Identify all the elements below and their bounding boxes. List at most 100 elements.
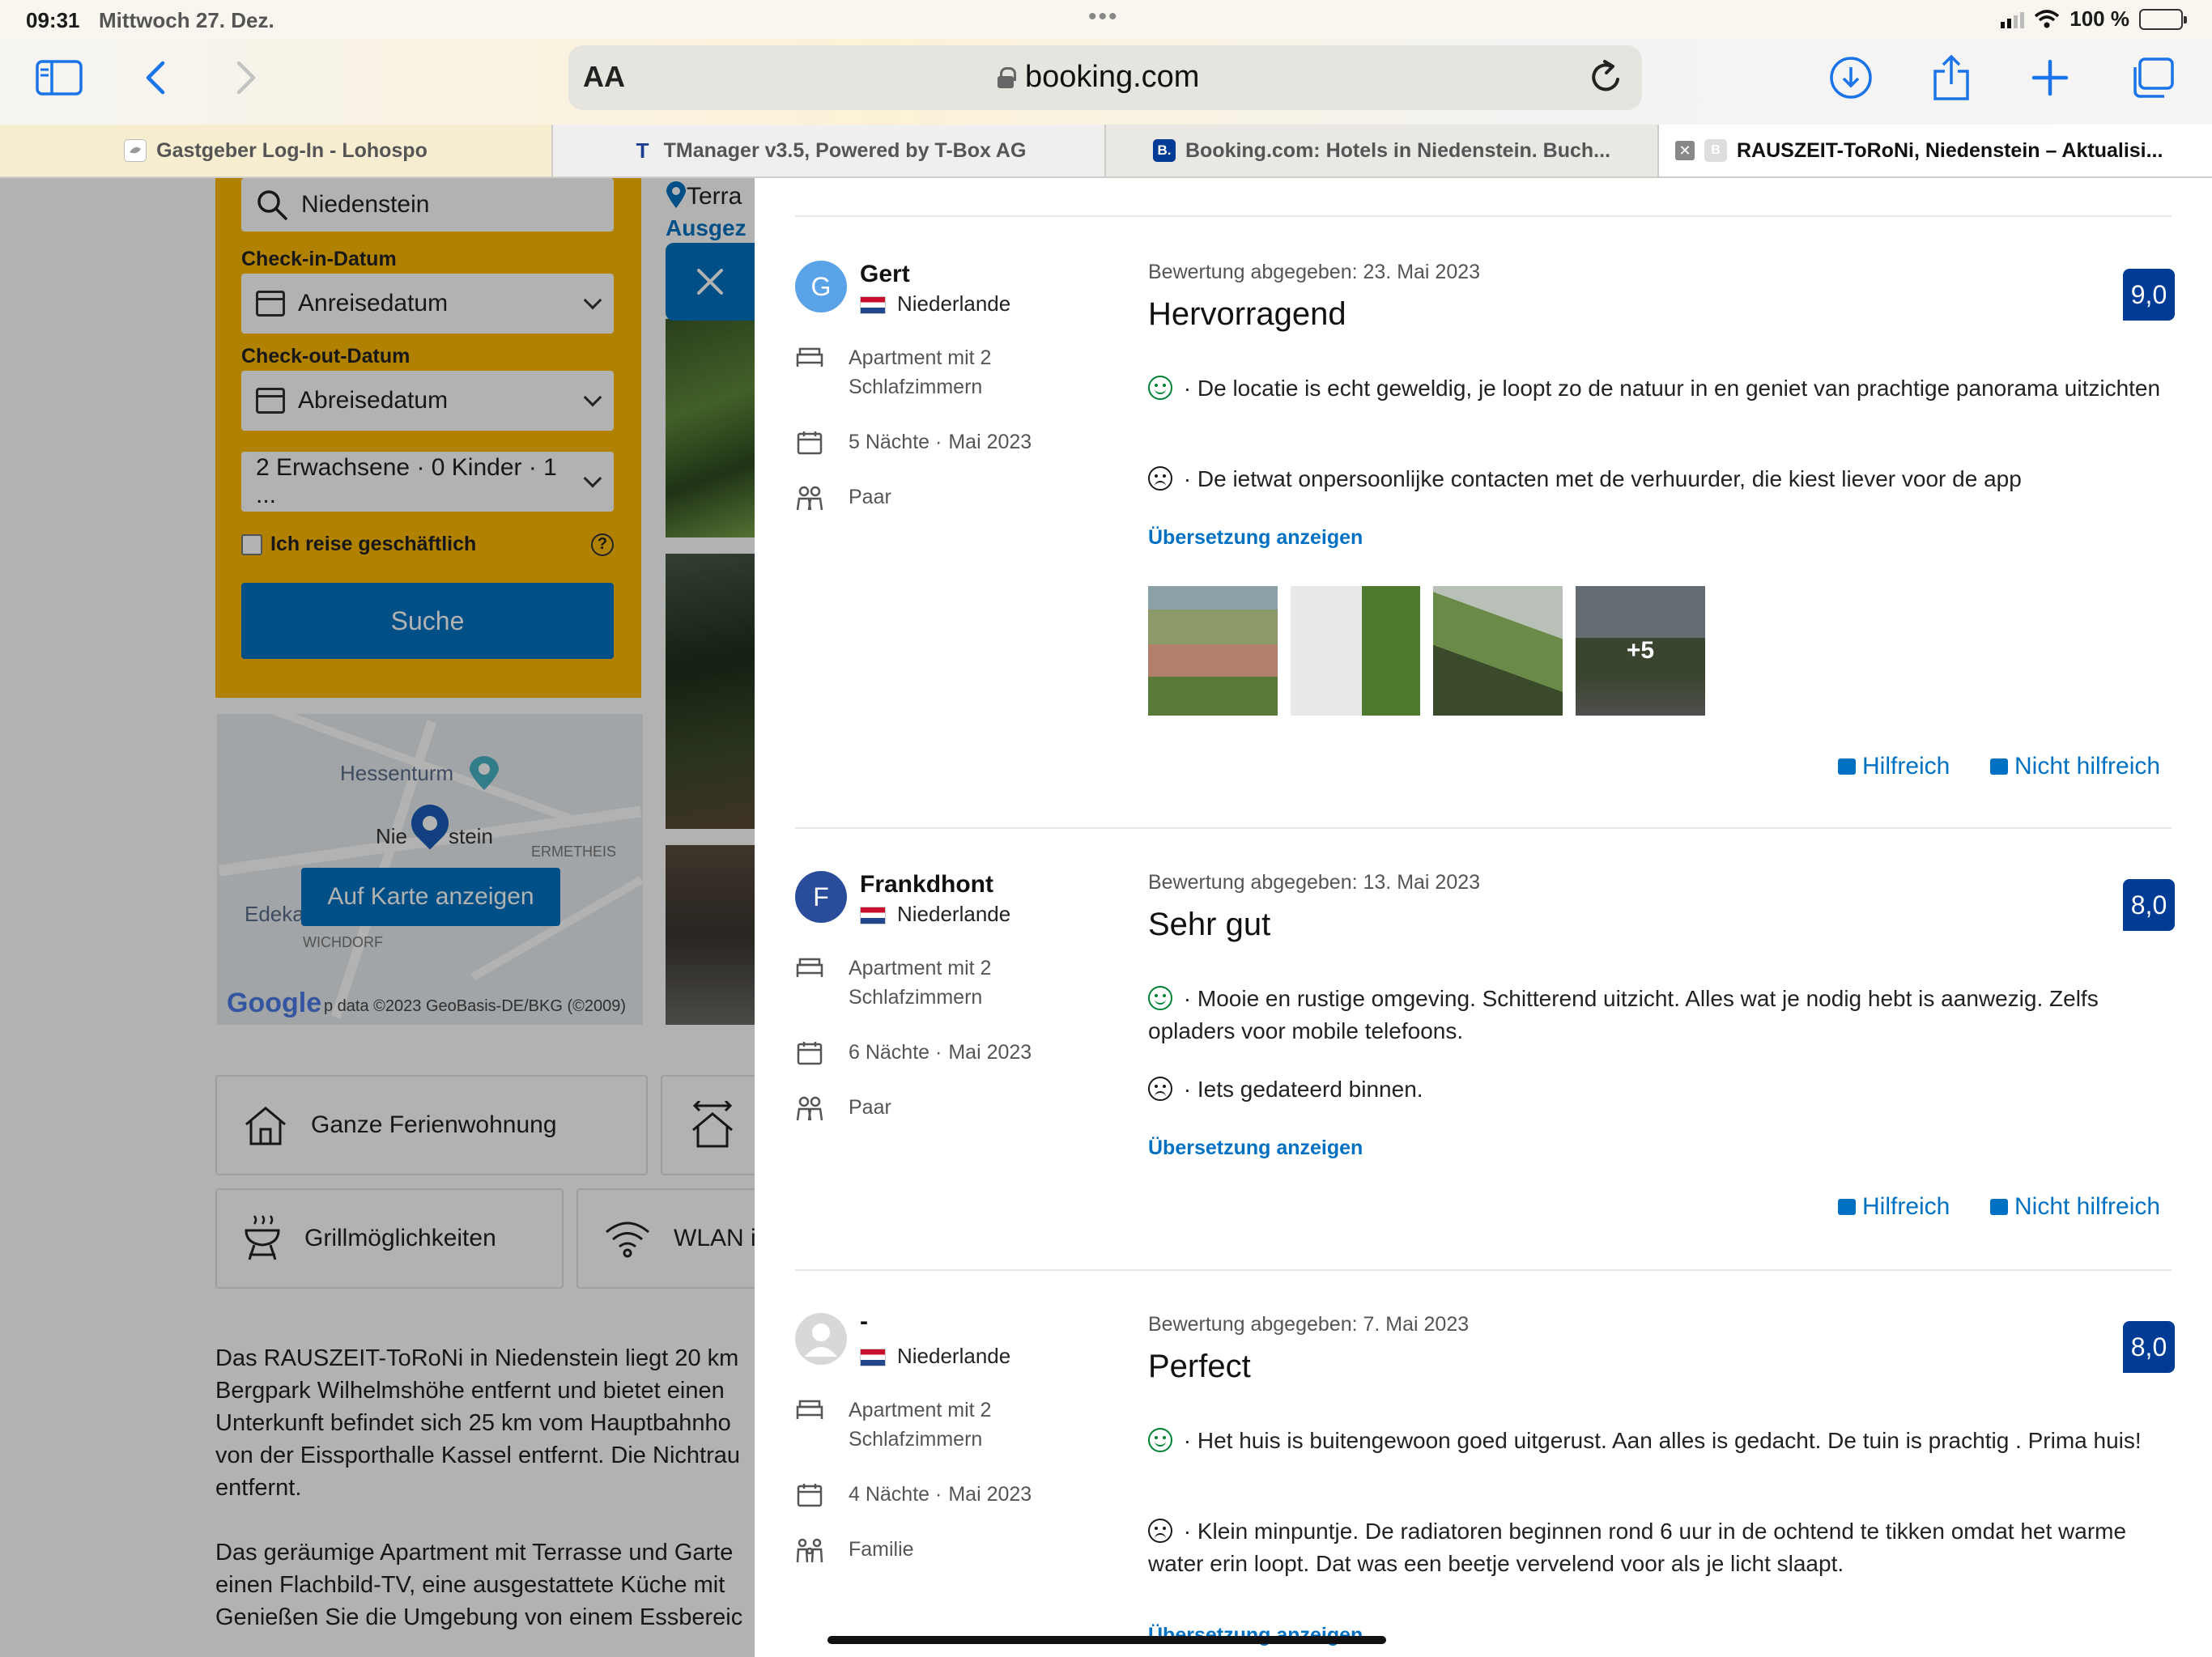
property-photo[interactable] — [666, 554, 755, 829]
helpful-button[interactable]: Hilfreich — [1838, 753, 1950, 780]
home-indicator[interactable] — [827, 1636, 1386, 1644]
checkin-field[interactable]: Anreisedatum — [241, 274, 614, 334]
close-reviews-button[interactable] — [666, 243, 755, 321]
property-photo[interactable] — [666, 319, 755, 537]
review-date: Bewertung abgegeben: 13. Mai 2023 — [1148, 871, 1481, 894]
google-logo: Google — [227, 988, 322, 1018]
user-icon — [805, 1323, 837, 1357]
address-bar[interactable]: AA booking.com — [568, 45, 1642, 110]
signal-icon — [2001, 11, 2025, 28]
tab-rauszeit-active[interactable]: ✕ B RAUSZEIT-ToRoNi, Niedenstein – Aktua… — [1659, 125, 2212, 176]
reviewer-country: Niederlande — [860, 1344, 1010, 1369]
helpful-button[interactable]: Hilfreich — [1838, 1193, 1950, 1221]
show-on-map-button[interactable]: Auf Karte anzeigen — [301, 868, 560, 926]
couple-icon — [796, 486, 823, 511]
download-icon[interactable] — [1827, 53, 1875, 102]
tab-tmanager[interactable]: T TManager v3.5, Powered by T-Box AG — [553, 125, 1106, 176]
review-negative: · De ietwat onpersoonlijke contacten met… — [1148, 463, 2168, 495]
review-photos: +5 — [1148, 586, 1705, 716]
avatar: F — [795, 871, 847, 923]
review-score-badge: 9,0 — [2123, 269, 2175, 321]
show-translation-link[interactable]: Übersetzung anzeigen — [1148, 526, 1363, 550]
new-tab-icon[interactable] — [2026, 53, 2074, 102]
facility-wifi: WLAN i — [576, 1188, 771, 1289]
tab-label: Gastgeber Log-In - Lohospo — [156, 138, 428, 162]
battery-icon — [2139, 8, 2187, 30]
map-label: Hessenturm — [340, 761, 454, 785]
help-icon[interactable]: ? — [591, 533, 614, 556]
multitasking-dots-icon[interactable]: ••• — [1088, 3, 1119, 31]
smile-icon — [1148, 1428, 1172, 1452]
battery-percent: 100 % — [2069, 6, 2129, 31]
tab-booking-hotels[interactable]: B. Booking.com: Hotels in Niedenstein. B… — [1106, 125, 1659, 176]
reload-icon[interactable] — [1589, 58, 1624, 100]
thumbs-down-icon — [1990, 758, 2008, 775]
sidebar-toggle-icon[interactable] — [34, 53, 84, 102]
not-helpful-button[interactable]: Nicht hilfreich — [1990, 1193, 2160, 1221]
review-positive: · De locatie is echt geweldig, je loopt … — [1148, 372, 2168, 405]
tab-lohospo[interactable]: Gastgeber Log-In - Lohospo — [0, 125, 553, 176]
map-credit: p data ©2023 GeoBasis-DE/BKG (©2009) — [324, 997, 626, 1015]
search-box: Niedenstein Check-in-Datum Anreisedatum … — [215, 178, 641, 698]
review-photo-more[interactable]: +5 — [1576, 586, 1705, 716]
close-tab-icon[interactable]: ✕ — [1675, 141, 1695, 160]
guests-selector[interactable]: 2 Erwachsene · 0 Kinder · 1 ... — [241, 452, 614, 512]
netherlands-flag-icon — [860, 296, 886, 315]
facility-label: Ganze Ferienwohnung — [311, 1111, 557, 1138]
avatar-placeholder — [795, 1313, 847, 1365]
divider — [795, 215, 2172, 217]
show-translation-link[interactable]: Übersetzung anzeigen — [1148, 1137, 1363, 1160]
review-title: Sehr gut — [1148, 907, 1271, 942]
size-icon — [692, 1101, 733, 1148]
share-icon[interactable] — [1927, 53, 1976, 102]
thumbs-up-icon — [1838, 1199, 1856, 1215]
status-date: Mittwoch 27. Dez. — [99, 8, 274, 32]
booking-favicon-icon: B. — [1152, 139, 1176, 162]
calendar-icon — [256, 291, 285, 317]
bed-icon — [796, 1400, 823, 1419]
avatar: G — [795, 261, 847, 312]
house-icon — [245, 1107, 286, 1145]
checkout-field[interactable]: Abreisedatum — [241, 371, 614, 431]
map-preview[interactable]: Hessenturm Nie stein ERMETHEIS Edeka WIC… — [217, 714, 643, 1025]
search-button[interactable]: Suche — [241, 583, 614, 659]
review-photo[interactable] — [1433, 586, 1563, 716]
url-display[interactable]: booking.com — [998, 60, 1199, 95]
business-label: Ich reise geschäftlich — [270, 533, 477, 555]
smile-icon — [1148, 376, 1172, 400]
review-date: Bewertung abgegeben: 7. Mai 2023 — [1148, 1313, 1470, 1336]
checkout-label: Check-out-Datum — [241, 345, 410, 368]
guests-value: 2 Erwachsene · 0 Kinder · 1 ... — [256, 454, 557, 508]
wifi-icon — [606, 1222, 649, 1258]
destination-input[interactable]: Niedenstein — [241, 178, 614, 232]
lohospo-favicon-icon — [124, 139, 147, 162]
reviews-panel: G Gert Niederlande Apartment mit 2 Schla… — [755, 178, 2212, 1657]
chevron-down-icon — [583, 291, 602, 310]
property-description-2: Das geräumige Apartment mit Terrasse und… — [215, 1540, 743, 1630]
calendar-icon — [797, 1042, 823, 1065]
facility-label: Grillmöglichkeiten — [304, 1225, 496, 1251]
chevron-down-icon — [583, 388, 602, 407]
facility-bbq: Grillmöglichkeiten — [215, 1188, 564, 1289]
review-photo[interactable] — [1291, 586, 1420, 716]
close-icon — [697, 269, 723, 295]
map-label: Edeka — [245, 902, 304, 926]
location-pin-icon — [666, 181, 686, 208]
review-photo[interactable] — [1148, 586, 1278, 716]
review-negative: · Iets gedateerd binnen. — [1148, 1073, 2168, 1106]
netherlands-flag-icon — [860, 1349, 886, 1367]
forward-icon[interactable] — [230, 53, 262, 102]
reader-options-button[interactable]: AA — [583, 60, 625, 94]
back-icon[interactable] — [139, 53, 172, 102]
not-helpful-button[interactable]: Nicht hilfreich — [1990, 753, 2160, 780]
property-photo[interactable] — [666, 845, 755, 1025]
reviewer-name: - — [860, 1308, 868, 1335]
traveller-type: Familie — [795, 1535, 914, 1564]
stay-length: 5 Nächte · Mai 2023 — [795, 427, 1032, 457]
reviewer-name: Gert — [860, 261, 910, 287]
business-checkbox[interactable] — [241, 533, 262, 555]
divider — [795, 827, 2172, 829]
property-description: Das RAUSZEIT-ToRoNi in Niedenstein liegt… — [215, 1345, 740, 1501]
map-label: stein — [449, 824, 493, 848]
tab-overview-icon[interactable] — [2126, 53, 2178, 102]
